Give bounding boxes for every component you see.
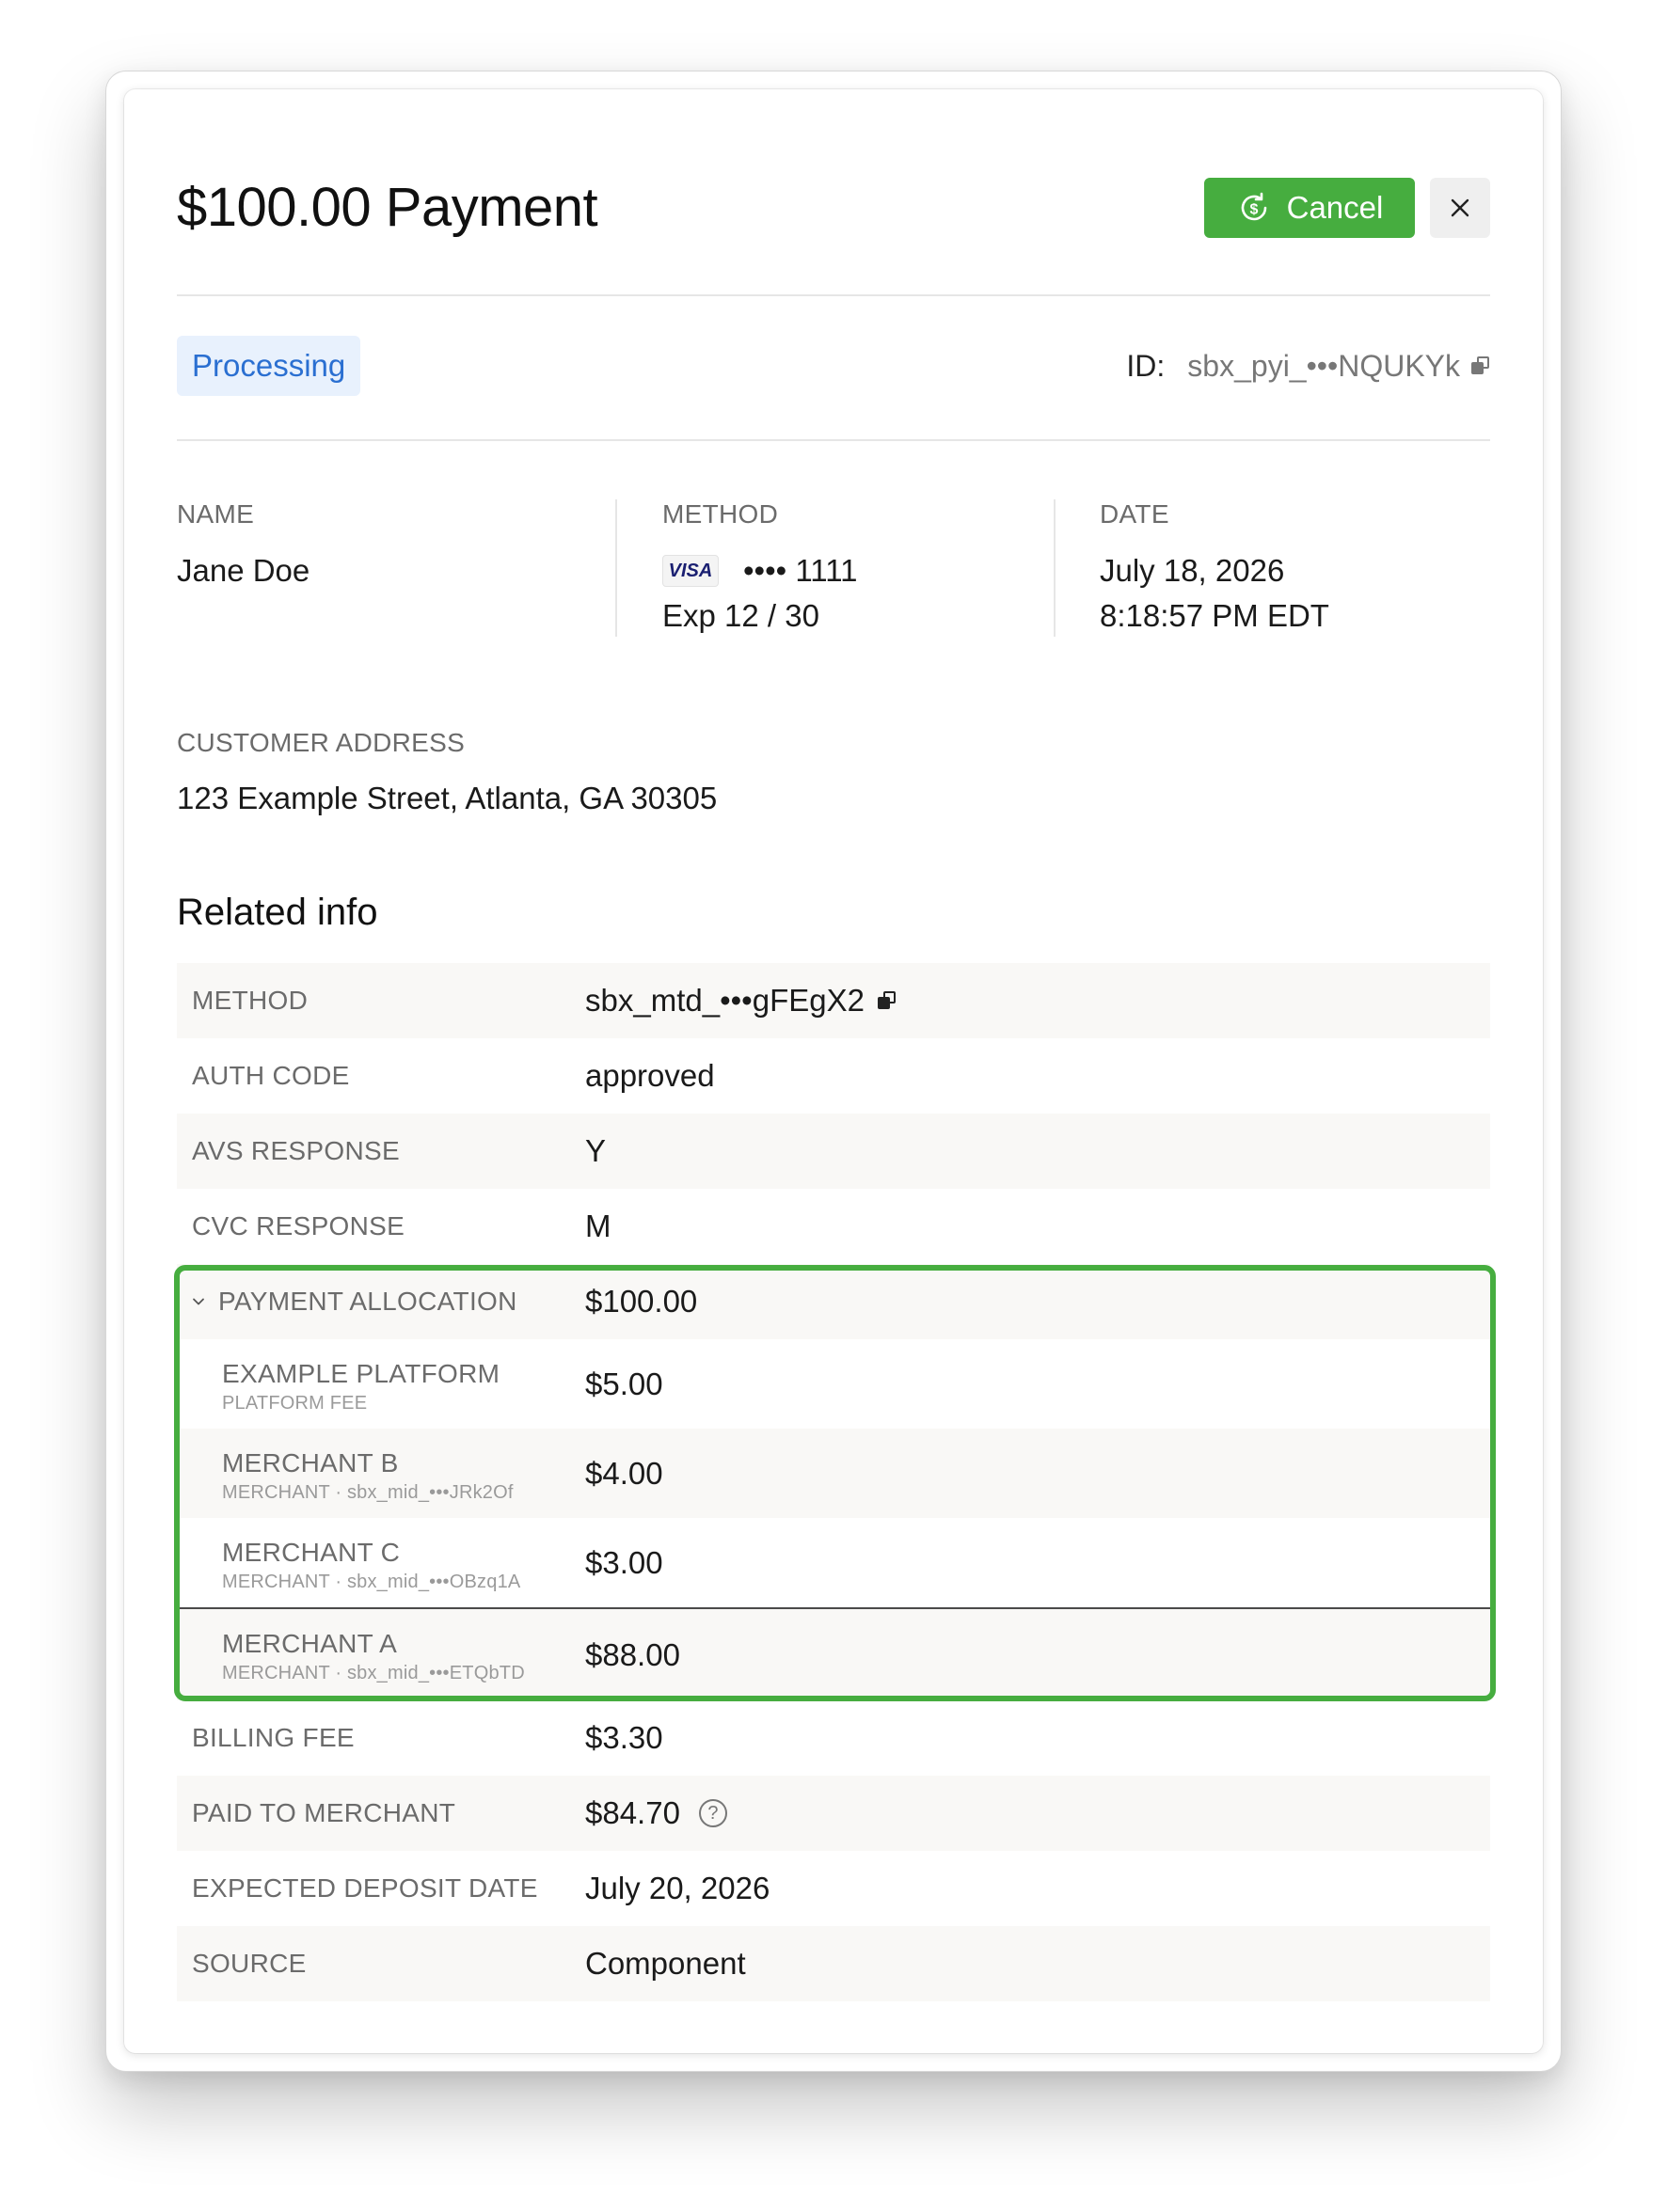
copy-method-id-icon[interactable] [877,991,897,1010]
close-button[interactable] [1430,178,1490,238]
allocation-party-name: MERCHANT A [222,1629,398,1658]
chevron-down-icon [193,1298,204,1305]
table-row: CVC RESPONSE M [177,1189,1490,1264]
billing-fee-label: BILLING FEE [192,1723,355,1752]
list-item: MERCHANT B MERCHANT · sbx_mid_•••JRk2Of … [177,1429,1490,1518]
method-id-text: sbx_mtd_•••gFEgX2 [585,983,865,1018]
payment-id: ID: sbx_pyi_•••NQUKYk [1126,343,1490,388]
table-row: SOURCE Component [177,1926,1490,2001]
allocation-amount: $5.00 [585,1366,663,1401]
table-row: AVS RESPONSE Y [177,1114,1490,1189]
date-label: DATE [1100,499,1169,529]
avs-response-label: AVS RESPONSE [192,1136,400,1165]
date-column: DATE July 18, 2026 8:18:57 PM EDT [1100,498,1329,639]
list-item: MERCHANT A MERCHANT · sbx_mid_•••ETQbTD … [177,1609,1490,1700]
paid-to-merchant-label: PAID TO MERCHANT [192,1798,456,1827]
paid-to-merchant-amount: $84.70 [585,1795,680,1830]
allocation-amount: $4.00 [585,1455,663,1491]
name-column: NAME Jane Doe [177,498,310,593]
payment-allocation-group: PAYMENT ALLOCATION $100.00 EXAMPLE PLATF… [174,1264,1496,1701]
auth-code-label: AUTH CODE [192,1061,350,1090]
table-row: METHOD sbx_mtd_•••gFEgX2 [177,963,1490,1038]
method-column: METHOD VISA •••• 1111 Exp 12 / 30 [662,498,857,639]
status-badge: Processing [177,336,361,396]
status-divider [177,439,1490,441]
page-title: $100.00 Payment [177,177,598,238]
avs-response-value: Y [585,1133,607,1168]
copy-id-icon[interactable] [1471,356,1490,375]
modal-header: $100.00 Payment $ Cancel [177,178,1490,238]
method-id-label: METHOD [192,986,309,1015]
allocation-label-text: PAYMENT ALLOCATION [218,1287,517,1316]
source-label: SOURCE [192,1949,307,1978]
close-icon [1451,198,1469,217]
method-id-value: sbx_mtd_•••gFEgX2 [585,963,897,1038]
deposit-date-label: EXPECTED DEPOSIT DATE [192,1873,538,1903]
customer-address: 123 Example Street, Atlanta, GA 30305 [177,781,718,815]
allocation-amount: $88.00 [585,1636,680,1672]
related-info-title: Related info [177,892,378,933]
allocation-party-name: MERCHANT B [222,1448,399,1477]
table-row: AUTH CODE approved [177,1038,1490,1114]
list-item: MERCHANT C MERCHANT · sbx_mid_•••OBzq1A … [177,1518,1490,1607]
cancel-payment-button[interactable]: $ Cancel [1204,178,1415,238]
refund-icon: $ [1241,192,1266,221]
help-icon[interactable]: ? [698,1799,727,1827]
cancel-button-label: Cancel [1286,190,1384,225]
payment-id-label: ID: [1126,348,1166,383]
allocation-party-type: MERCHANT · sbx_mid_•••OBzq1A [222,1572,521,1592]
auth-code-value: approved [585,1058,715,1093]
allocation-party-type: MERCHANT · sbx_mid_•••ETQbTD [222,1663,525,1683]
table-row: EXPECTED DEPOSIT DATE July 20, 2026 [177,1851,1490,1926]
svg-text:$: $ [1249,202,1258,218]
allocation-label: PAYMENT ALLOCATION [192,1264,517,1339]
card-expiry: Exp 12 / 30 [662,598,819,633]
address-label: CUSTOMER ADDRESS [177,728,466,757]
app-window: $100.00 Payment $ Cancel Processing ID: … [105,71,1562,2072]
payment-allocation-toggle[interactable]: PAYMENT ALLOCATION $100.00 [177,1264,1490,1339]
name-label: NAME [177,499,255,529]
payment-date: July 18, 2026 [1100,553,1285,588]
list-item: EXAMPLE PLATFORM PLATFORM FEE $5.00 [177,1339,1490,1429]
table-row: PAID TO MERCHANT $84.70 ? [177,1776,1490,1851]
related-info-table: METHOD sbx_mtd_•••gFEgX2 AUTH CODE appro… [174,963,1496,2001]
column-divider [615,499,617,637]
method-label: METHOD [662,499,779,529]
billing-fee-value: $3.30 [585,1720,663,1755]
visa-logo-icon: VISA [662,555,719,587]
payment-time: 8:18:57 PM EDT [1100,598,1329,633]
allocation-party-name: MERCHANT C [222,1538,401,1567]
payment-detail-modal: $100.00 Payment $ Cancel Processing ID: … [124,89,1543,2053]
customer-name: Jane Doe [177,553,310,588]
allocation-party-type: MERCHANT · sbx_mid_•••JRk2Of [222,1482,514,1503]
deposit-date-value: July 20, 2026 [585,1871,770,1905]
allocation-party-name: EXAMPLE PLATFORM [222,1359,500,1388]
allocation-total: $100.00 [585,1284,698,1319]
table-row: BILLING FEE $3.30 [177,1700,1490,1776]
card-masked-number: •••• 1111 [743,553,858,588]
paid-to-merchant-value: $84.70 ? [585,1776,727,1851]
column-divider [1054,499,1056,637]
card-number: VISA •••• 1111 [662,548,857,593]
allocation-amount: $3.00 [585,1544,663,1580]
cvc-response-value: M [585,1209,611,1243]
allocation-party-type: PLATFORM FEE [222,1393,368,1414]
source-value: Component [585,1946,746,1981]
cvc-response-label: CVC RESPONSE [192,1211,405,1240]
header-divider [177,294,1490,296]
payment-id-value: sbx_pyi_•••NQUKYk [1187,348,1460,383]
